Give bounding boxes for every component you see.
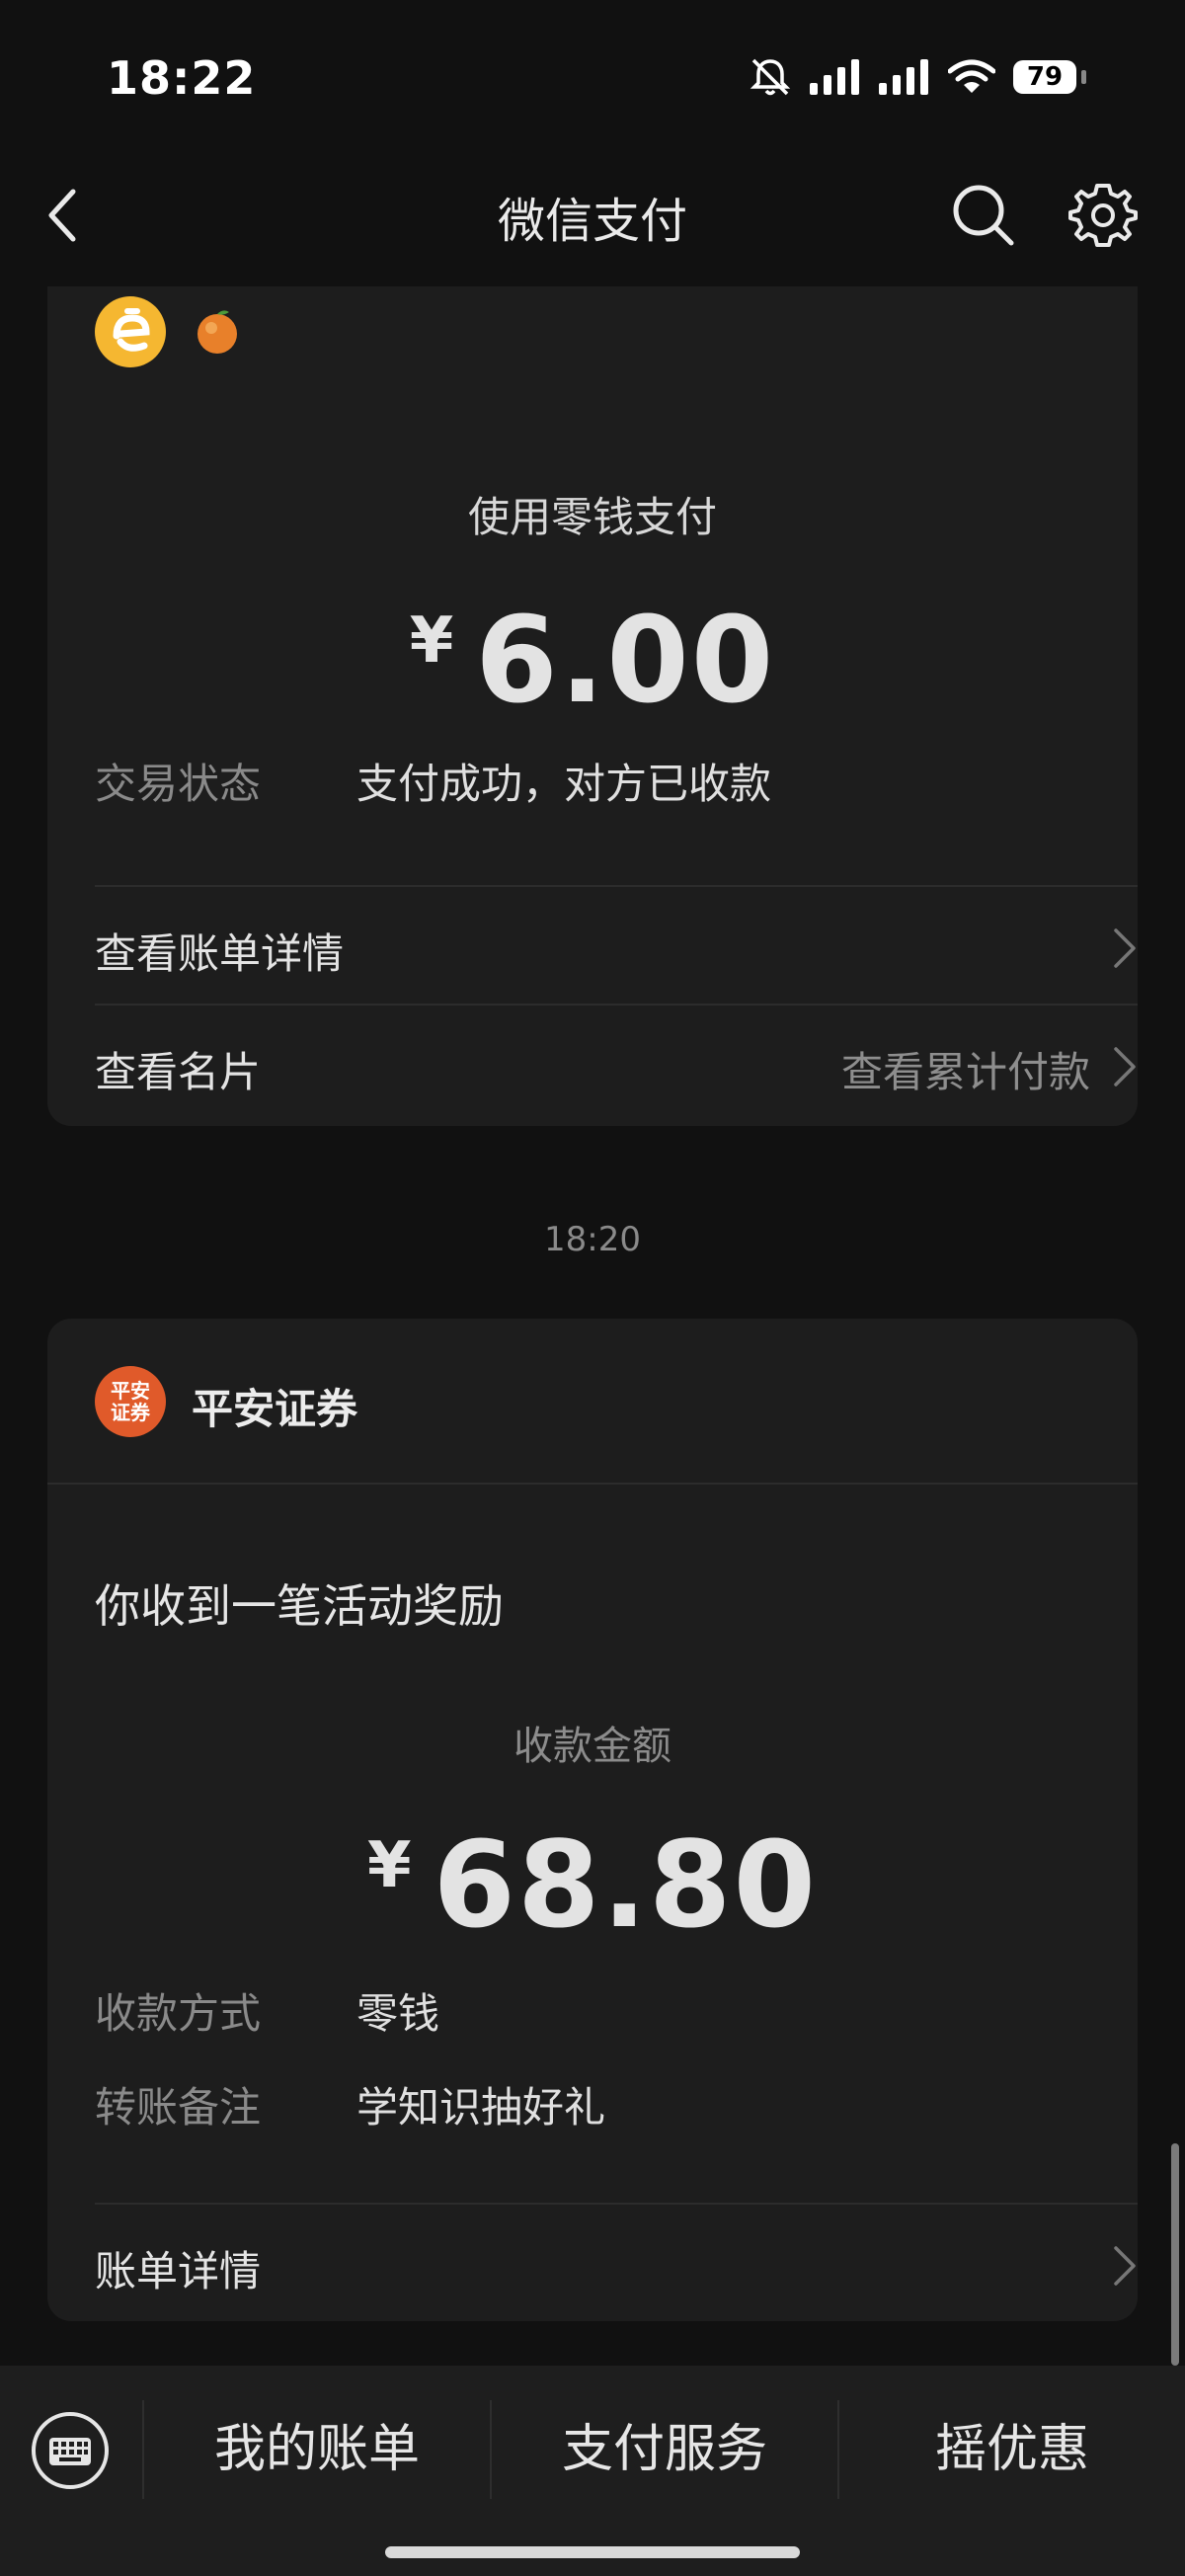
pingan-logo-text: 平安证券 [111,1379,150,1424]
currency-symbol: ¥ [409,604,454,678]
reward-amount-value: 68.80 [433,1817,819,1955]
pingan-logo: 平安证券 [95,1366,166,1437]
reward-bill-details-link[interactable]: 账单详情 [95,2205,1138,2321]
keyboard-icon[interactable] [30,2410,111,2491]
bottom-bar: 我的账单 支付服务 摇优惠 [0,2366,1185,2576]
receive-amount-label: 收款金额 [514,1724,672,1769]
tab-payment-services[interactable]: 支付服务 [492,2395,837,2504]
wifi-icon [948,59,995,93]
reward-title: 你收到一笔活动奖励 [95,1579,504,1633]
chevron-right-icon [1114,1047,1136,1087]
receive-method-row: 收款方式 零钱 [95,1980,439,2041]
e-logo-icon [113,308,150,352]
home-indicator[interactable] [385,2546,800,2558]
merchant-logo [95,296,166,367]
scrollbar[interactable] [1171,2143,1179,2366]
status-bar: 18:22 79 [0,0,1185,158]
status-value: 支付成功，对方已收款 [356,760,772,808]
status-time: 18:22 [107,51,257,105]
search-icon[interactable] [950,182,1015,247]
transfer-note-value: 学知识抽好礼 [356,2083,606,2132]
signal-icon-2 [879,59,928,95]
battery-indicator: 79 [1013,60,1086,94]
tab-my-bills[interactable]: 我的账单 [144,2395,490,2504]
orange-emoji-icon [198,310,237,354]
currency-symbol: ¥ [366,1829,412,1902]
message-timestamp: 18:20 [544,1220,641,1259]
pay-method-label: 使用零钱支付 [467,493,717,541]
divider [47,1483,1138,1485]
gear-icon[interactable] [1068,180,1138,249]
transfer-note-label: 转账备注 [95,2083,262,2132]
payment-amount: ¥6.00 [47,593,1138,730]
signal-icon [810,59,859,95]
nav-bar: 微信支付 [0,158,1185,267]
business-card-link[interactable]: 查看名片 查看累计付款 [95,1006,1138,1122]
amount-value: 6.00 [475,593,776,730]
chevron-right-icon [1114,2246,1136,2286]
reward-amount: ¥68.80 [47,1817,1138,1955]
transaction-status-row: 交易状态 支付成功，对方已收款 [95,751,771,811]
mute-bell-icon [750,58,791,96]
receive-method-value: 零钱 [356,1989,440,2038]
cumulative-payment-link[interactable]: 查看累计付款 [841,1039,1090,1099]
status-label: 交易状态 [95,760,262,808]
reward-bill-details-label: 账单详情 [95,2247,262,2295]
business-card-label: 查看名片 [95,1048,262,1096]
merchant-name: 平安证券 [192,1385,358,1433]
tab-shake-offers[interactable]: 摇优惠 [839,2395,1185,2504]
status-icons: 79 [749,57,1086,97]
bill-details-label: 查看账单详情 [95,929,345,978]
payment-card: 使用零钱支付 ¥6.00 交易状态 支付成功，对方已收款 查看账单详情 查看名片 … [47,286,1138,1126]
receive-method-label: 收款方式 [95,1989,262,2038]
bill-details-link[interactable]: 查看账单详情 [95,887,1138,1004]
transfer-note-row: 转账备注 学知识抽好礼 [95,2074,605,2134]
chevron-right-icon [1114,928,1136,968]
